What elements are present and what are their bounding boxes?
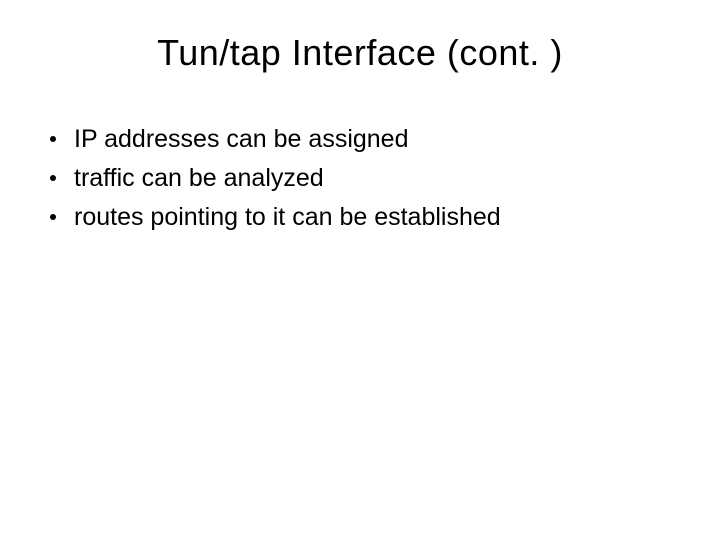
bullet-icon (50, 175, 56, 181)
slide-container: Tun/tap Interface (cont. ) IP addresses … (0, 0, 720, 540)
bullet-text: IP addresses can be assigned (74, 122, 690, 157)
list-item: IP addresses can be assigned (50, 122, 690, 157)
bullet-text: routes pointing to it can be established (74, 200, 690, 235)
bullet-icon (50, 136, 56, 142)
list-item: traffic can be analyzed (50, 161, 690, 196)
bullet-list: IP addresses can be assigned traffic can… (30, 122, 690, 235)
list-item: routes pointing to it can be established (50, 200, 690, 235)
slide-title: Tun/tap Interface (cont. ) (30, 32, 690, 74)
bullet-icon (50, 214, 56, 220)
bullet-text: traffic can be analyzed (74, 161, 690, 196)
